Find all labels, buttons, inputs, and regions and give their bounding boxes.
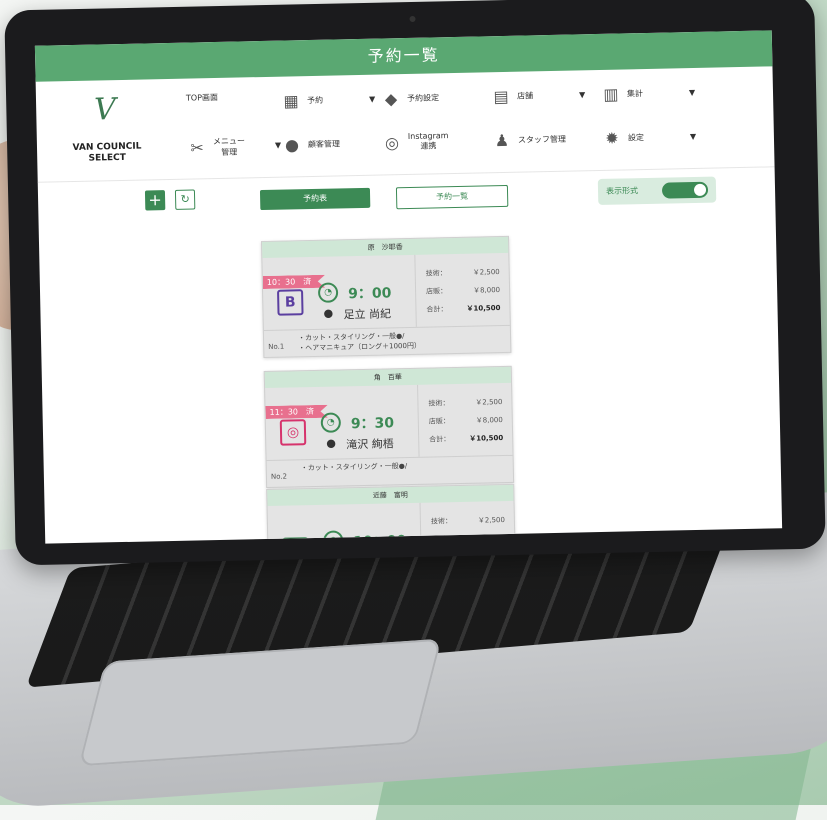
price-value: ￥2,500 bbox=[472, 268, 500, 277]
staff-icon: ♟ bbox=[494, 130, 510, 150]
price-row: 技術： ￥2,500 bbox=[426, 267, 510, 279]
price-label: 合計： bbox=[426, 305, 448, 314]
nav-item-label: 予約 bbox=[306, 95, 324, 105]
nav-item-label: 予約設定 bbox=[406, 92, 440, 103]
price-value: ￥2,500 bbox=[475, 398, 503, 407]
app-screen: 予約一覧 V VAN COUNCIL SELECT TOP画面 ▦ 予約 ▼ ◆ 予約設定 ▤… bbox=[34, 30, 783, 544]
switch-knob bbox=[693, 183, 707, 196]
instagram-icon: ◎ bbox=[384, 132, 400, 152]
user-icon: ● bbox=[326, 436, 336, 450]
reservation-card[interactable]: 原 沙耶香 10：30 済 B ◔ 9：00 ● 足立 尚紀 技術： ￥2,500 店販： ￥8,0… bbox=[261, 235, 512, 359]
nav-item-row1-0[interactable]: TOP画面 bbox=[186, 92, 218, 104]
price-row: 合計： ￥10,500 bbox=[429, 433, 513, 445]
reservation-time: 9：00 bbox=[347, 285, 392, 303]
price-label: 技術： bbox=[430, 517, 452, 526]
price-summary: 技術： ￥2,500 店販： ￥8,000 合計： ￥10,500 bbox=[417, 382, 514, 457]
price-value: ￥10,500 bbox=[466, 304, 501, 313]
add-reservation-button[interactable]: + bbox=[144, 190, 166, 211]
reservation-card[interactable]: 角 百華 11：30 済 ◎ ◔ 9：30 ● 滝沢 絢梧 技術： ￥2,500 店販： ￥8,00… bbox=[263, 365, 515, 489]
booking-source-icon: ◎ bbox=[279, 419, 307, 446]
menu-item: ・カット・スタイリング・一般●/ bbox=[300, 462, 408, 473]
price-row: 合計： ￥10,500 bbox=[426, 303, 510, 315]
nav-item-row1-4[interactable]: ▥ 集計 bbox=[601, 83, 643, 104]
nav-item-row2-1[interactable]: ● 顧客管理 bbox=[282, 133, 340, 154]
menu-list: ・カット・スタイリング・一般●/ bbox=[301, 461, 408, 473]
nav-item-label: スタッフ管理 bbox=[517, 134, 567, 145]
store-icon: ▤ bbox=[493, 86, 509, 106]
nav-item-label: TOP画面 bbox=[185, 92, 219, 103]
nav-item-row1-3[interactable]: ▤ 店舗 bbox=[491, 85, 533, 106]
main-navigation: V VAN COUNCIL SELECT TOP画面 ▦ 予約 ▼ ◆ 予約設定 ▤ 店舗 ▼ ▥ 集… bbox=[35, 66, 775, 183]
tag-icon: ◆ bbox=[384, 88, 398, 108]
scissors-icon: ✂ bbox=[190, 137, 204, 158]
nav-item-row2-3[interactable]: ♟ スタッフ管理 bbox=[492, 129, 566, 151]
price-row: 技術： ￥2,500 bbox=[428, 397, 512, 409]
price-value: ￥8,000 bbox=[472, 286, 501, 295]
clock-icon: ◔ bbox=[320, 412, 342, 433]
gear-icon: ✹ bbox=[605, 128, 619, 148]
user-icon: ● bbox=[323, 306, 334, 320]
chevron-down-icon[interactable]: ▼ bbox=[690, 132, 696, 141]
nav-item-label: 店舗 bbox=[516, 90, 534, 101]
chevron-down-icon[interactable]: ▼ bbox=[579, 90, 585, 99]
tab-reservation-list[interactable]: 予約一覧 bbox=[395, 184, 509, 210]
price-value: ￥10,500 bbox=[469, 434, 504, 443]
reservation-number: No.1 bbox=[268, 342, 285, 351]
reservation-time: 9：30 bbox=[350, 415, 395, 433]
user-icon: ● bbox=[284, 134, 300, 155]
logo-mark-icon: V bbox=[93, 92, 117, 128]
customer-name: 滝沢 絢梧 bbox=[346, 437, 394, 452]
price-label: 店販： bbox=[428, 417, 450, 426]
menu-list: ・カット・スタイリング・一般●/・ヘアマニキュア（ロング＋1000円） bbox=[298, 331, 421, 354]
card-body: 10：30 済 B ◔ 9：00 ● 足立 尚紀 技術： ￥2,500 店販： ￥8,000 合計：… bbox=[262, 252, 511, 330]
clock-icon: ◔ bbox=[317, 282, 339, 303]
price-label: 技術： bbox=[428, 399, 450, 408]
status-flag: 11：30 済 bbox=[265, 405, 328, 419]
display-format-label: 表示形式 bbox=[605, 186, 639, 196]
nav-item-row2-0[interactable]: ✂ メニュー 管理 bbox=[187, 135, 245, 158]
chevron-down-icon[interactable]: ▼ bbox=[369, 95, 375, 104]
card-footer: No.2 ・カット・スタイリング・一般●/ bbox=[266, 454, 514, 488]
nav-item-row1-1[interactable]: ▦ 予約 bbox=[281, 90, 323, 111]
card-body: 11：30 済 ◎ ◔ 9：30 ● 滝沢 絢梧 技術： ￥2,500 店販： ￥8,000 合計：… bbox=[265, 382, 514, 460]
card-footer: No.1 ・カット・スタイリング・一般●/・ヘアマニキュア（ロング＋1000円） bbox=[263, 324, 511, 358]
chevron-down-icon[interactable]: ▼ bbox=[689, 88, 695, 97]
price-row: 技術： ￥2,500 bbox=[431, 515, 515, 527]
refresh-button[interactable]: ↻ bbox=[174, 189, 196, 210]
booking-source-icon: B bbox=[277, 289, 304, 316]
bar-chart-icon: ▥ bbox=[603, 84, 619, 104]
price-summary: 技術： ￥2,500 店販： ￥8,000 合計： ￥10,500 bbox=[414, 252, 511, 327]
price-value: ￥2,500 bbox=[477, 516, 505, 525]
chevron-down-icon[interactable]: ▼ bbox=[275, 141, 281, 150]
calendar-icon: ▦ bbox=[283, 90, 299, 111]
price-label: 技術： bbox=[425, 269, 447, 278]
price-value: ￥8,000 bbox=[475, 416, 503, 425]
price-row: 店販： ￥8,000 bbox=[426, 285, 510, 297]
menu-item: ・ヘアマニキュア（ロング＋1000円） bbox=[298, 341, 422, 353]
tab-reservation-table[interactable]: 予約表 bbox=[259, 187, 371, 211]
nav-item-label: 設定 bbox=[627, 132, 645, 142]
nav-item-label: Instagram 連携 bbox=[407, 131, 449, 151]
nav-item-label: 顧客管理 bbox=[307, 138, 341, 149]
price-label: 合計： bbox=[429, 435, 451, 444]
brand-logo[interactable]: V VAN COUNCIL SELECT bbox=[66, 89, 148, 165]
nav-item-label: メニュー 管理 bbox=[212, 136, 245, 157]
nav-item-row1-2[interactable]: ◆ 予約設定 bbox=[381, 87, 439, 108]
nav-item-row2-2[interactable]: ◎ Instagram 連携 bbox=[382, 131, 449, 152]
display-format-toggle[interactable]: 表示形式 bbox=[597, 176, 717, 206]
price-row: 店販： ￥8,000 bbox=[429, 415, 513, 427]
camera bbox=[409, 15, 416, 23]
display-format-switch[interactable] bbox=[661, 181, 709, 199]
reservation-number: No.2 bbox=[270, 472, 288, 481]
status-flag: 10：30 済 bbox=[263, 275, 326, 289]
logo-text: VAN COUNCIL SELECT bbox=[72, 141, 142, 164]
price-label: 店販： bbox=[426, 287, 448, 296]
customer-name: 足立 尚紀 bbox=[343, 307, 392, 322]
nav-item-row2-4[interactable]: ✹ 設定 bbox=[602, 127, 644, 148]
nav-item-label: 集計 bbox=[626, 88, 644, 98]
